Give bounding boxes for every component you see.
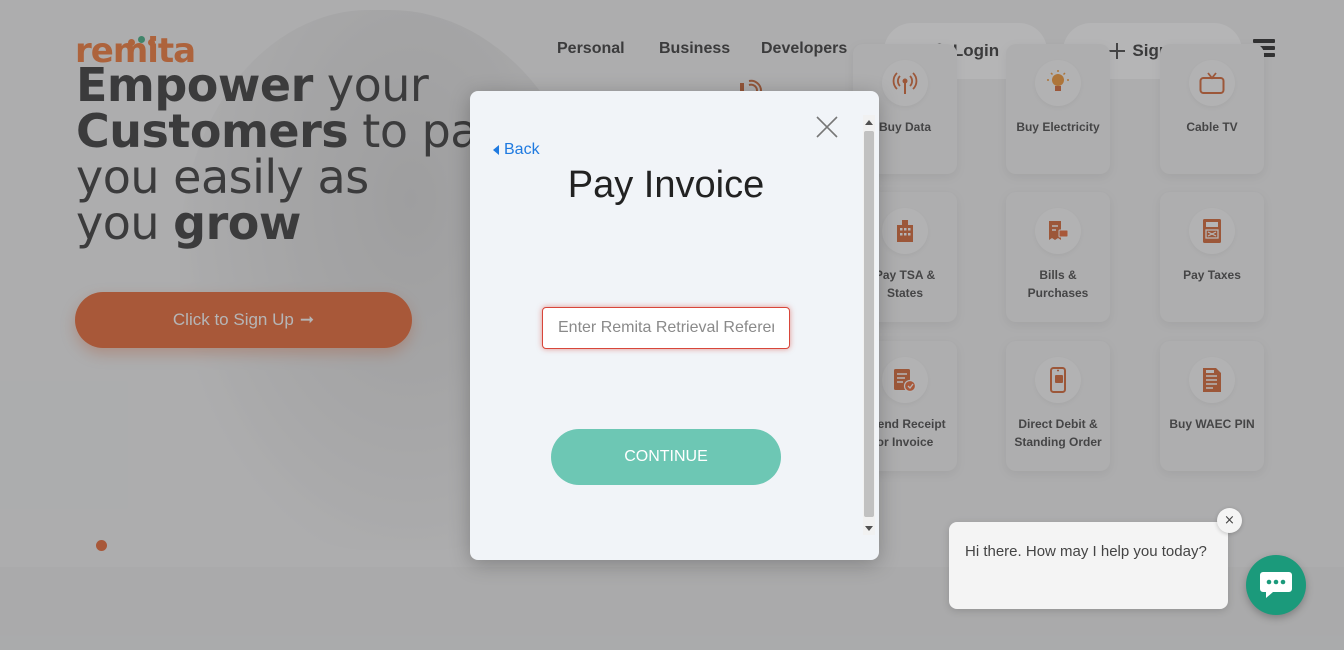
chat-launcher-button[interactable] — [1246, 555, 1306, 615]
close-icon[interactable] — [815, 115, 839, 139]
scroll-down-icon[interactable] — [865, 526, 873, 531]
chat-greeting-bubble[interactable]: Hi there. How may I help you today? — [949, 522, 1228, 609]
rrr-input[interactable] — [542, 307, 790, 349]
caret-left-icon — [493, 145, 499, 155]
back-label: Back — [504, 141, 540, 158]
scroll-thumb[interactable] — [864, 131, 874, 517]
chat-close-icon[interactable]: × — [1217, 508, 1242, 533]
pay-invoice-modal: Back Pay Invoice CONTINUE — [470, 91, 879, 560]
modal-scrollbar[interactable] — [863, 115, 875, 535]
back-link[interactable]: Back — [493, 141, 540, 159]
continue-button[interactable]: CONTINUE — [551, 429, 781, 485]
scroll-up-icon[interactable] — [865, 120, 873, 125]
modal-title: Pay Invoice — [567, 164, 765, 206]
chat-icon — [1260, 572, 1292, 598]
